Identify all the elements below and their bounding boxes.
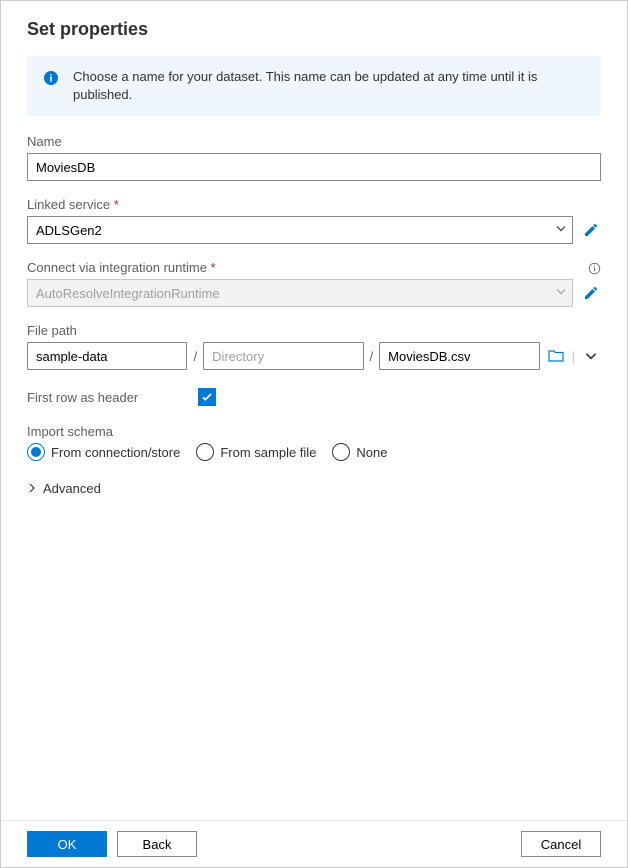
file-path-directory-input[interactable] <box>203 342 363 370</box>
path-separator: / <box>370 349 374 364</box>
linked-service-select[interactable] <box>27 216 573 244</box>
integration-runtime-select[interactable] <box>27 279 573 307</box>
info-banner: Choose a name for your dataset. This nam… <box>27 56 601 116</box>
back-button[interactable]: Back <box>117 831 197 857</box>
linked-service-label: Linked service * <box>27 197 601 212</box>
name-label: Name <box>27 134 601 149</box>
divider: | <box>572 349 575 364</box>
file-path-chevron-icon[interactable] <box>581 346 601 366</box>
radio-label: None <box>356 445 387 460</box>
radio-label: From connection/store <box>51 445 180 460</box>
path-separator: / <box>193 349 197 364</box>
import-schema-radio-none[interactable]: None <box>332 443 387 461</box>
file-path-container-input[interactable] <box>27 342 187 370</box>
file-path-file-input[interactable] <box>379 342 539 370</box>
import-schema-radio-connection[interactable]: From connection/store <box>27 443 180 461</box>
import-schema-label: Import schema <box>27 424 601 439</box>
ok-button[interactable]: OK <box>27 831 107 857</box>
radio-label: From sample file <box>220 445 316 460</box>
footer: OK Back Cancel <box>1 820 627 867</box>
name-input[interactable] <box>27 153 601 181</box>
edit-linked-service-icon[interactable] <box>581 220 601 240</box>
advanced-expander[interactable]: Advanced <box>27 481 101 496</box>
import-schema-radio-group: From connection/store From sample file N… <box>27 443 601 461</box>
chevron-right-icon <box>27 481 37 496</box>
advanced-label: Advanced <box>43 481 101 496</box>
cancel-button[interactable]: Cancel <box>521 831 601 857</box>
browse-folder-icon[interactable] <box>546 346 566 366</box>
panel-content: Set properties Choose a name for your da… <box>1 1 627 820</box>
import-schema-radio-file[interactable]: From sample file <box>196 443 316 461</box>
page-title: Set properties <box>27 19 601 40</box>
first-row-header-checkbox[interactable] <box>198 388 216 406</box>
info-banner-text: Choose a name for your dataset. This nam… <box>73 68 587 104</box>
edit-integration-runtime-icon[interactable] <box>581 283 601 303</box>
integration-runtime-label: Connect via integration runtime * <box>27 260 216 275</box>
first-row-header-label: First row as header <box>27 390 138 405</box>
integration-runtime-info-icon[interactable] <box>587 261 601 275</box>
info-icon <box>41 68 61 88</box>
file-path-label: File path <box>27 323 601 338</box>
